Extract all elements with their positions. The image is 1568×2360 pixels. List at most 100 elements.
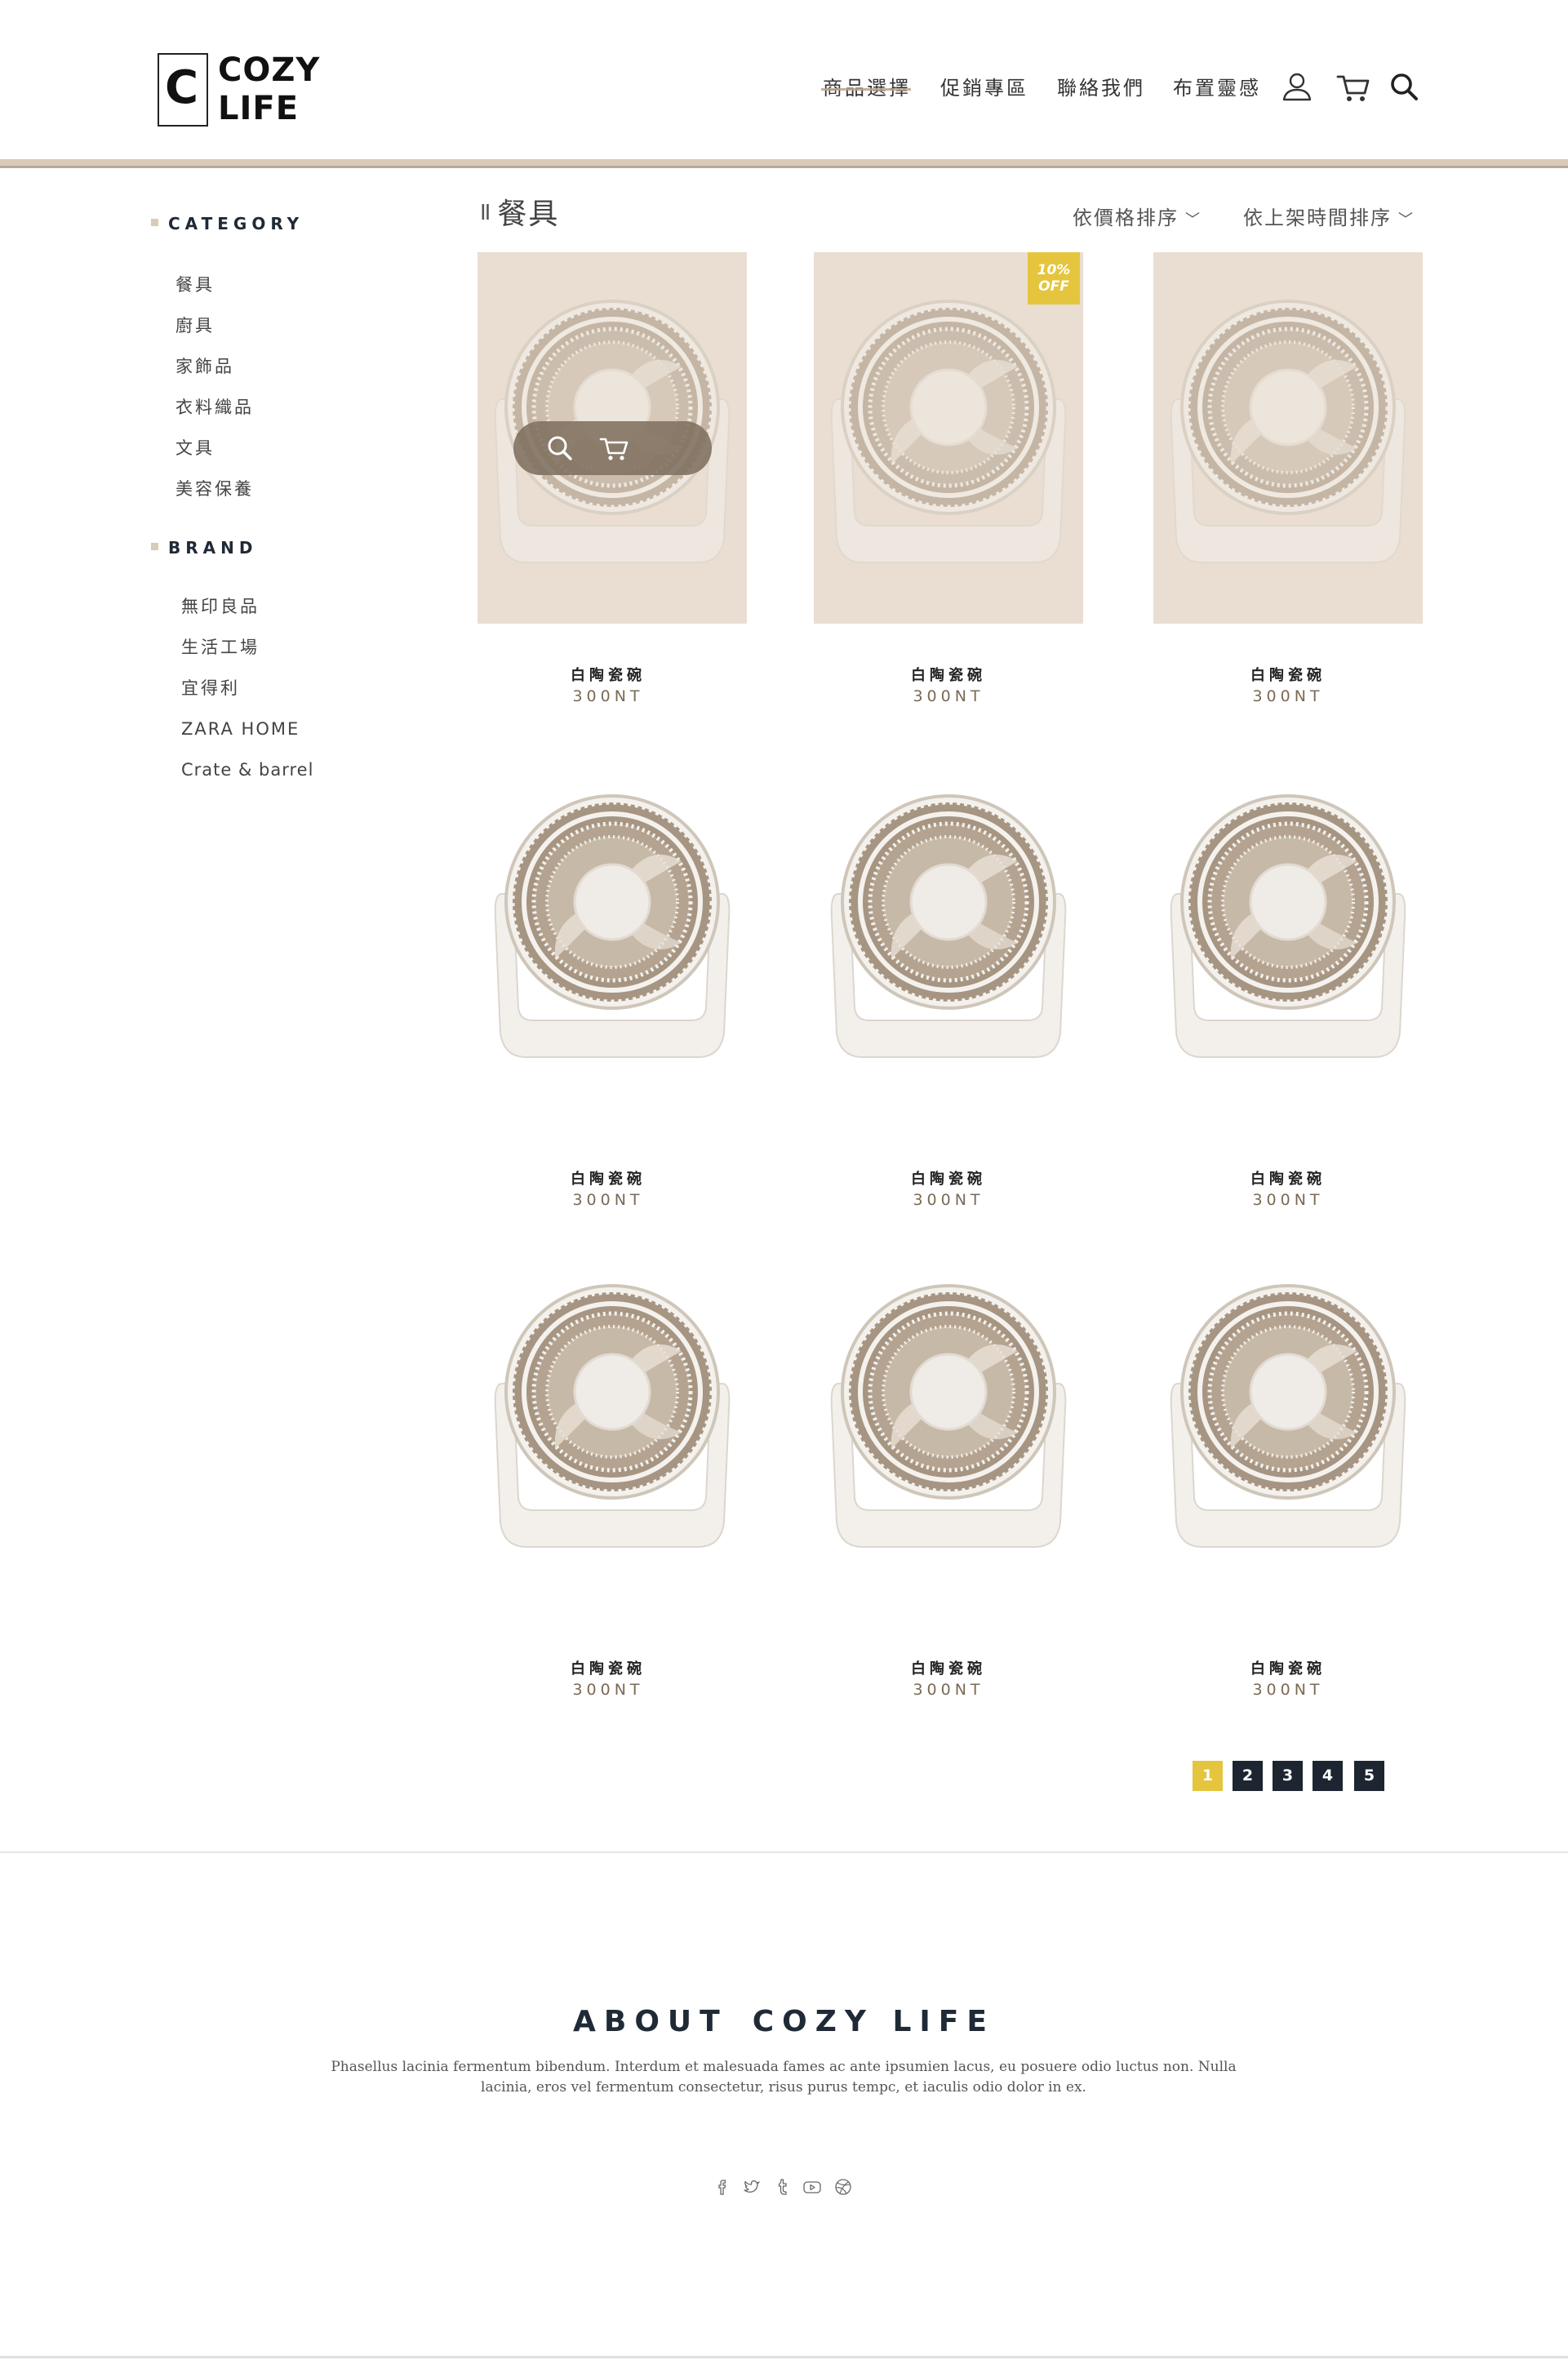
page-button-2[interactable]: 2 [1233,1761,1263,1791]
discount-badge: 10% OFF [1028,252,1080,304]
user-icon[interactable] [1279,69,1315,104]
page-button-1[interactable]: 1 [1193,1761,1223,1791]
nav-item-contact[interactable]: 聯絡我們 [1057,72,1145,104]
product-card[interactable] [1153,252,1423,628]
brand-logo[interactable]: C COZY LIFE [158,52,321,130]
nav-item-products[interactable]: 商品選擇 [821,72,911,104]
category-item[interactable]: 文具 [175,437,215,460]
product-name[interactable]: 白陶瓷碗 [473,1170,743,1189]
fan-image [814,252,1083,624]
add-to-cart-icon[interactable] [599,433,630,464]
product-name[interactable]: 白陶瓷碗 [473,1660,743,1679]
product-card[interactable]: 10% OFF [814,252,1083,628]
product-card[interactable] [814,747,1083,1122]
fan-image [814,1237,1083,1608]
product-quick-actions [513,421,712,475]
pagination: 1 2 3 4 5 [1193,1761,1384,1792]
product-price: 300NT [572,687,644,705]
fan-image [814,747,1083,1118]
cart-icon[interactable] [1335,69,1371,104]
brand-item[interactable]: ZARA HOME [181,718,300,740]
product-name[interactable]: 白陶瓷碗 [814,1170,1083,1189]
page-title: II 餐具 [480,194,559,236]
category-item[interactable]: 餐具 [175,273,215,296]
product-price: 300NT [913,687,984,705]
quick-view-search-icon[interactable] [544,433,575,464]
header-divider [0,159,1568,166]
facebook-icon[interactable] [712,2176,733,2198]
product-name[interactable]: 白陶瓷碗 [1153,1660,1423,1679]
sort-by-price[interactable]: 依價格排序 ﹀ [1073,204,1202,234]
product-card[interactable] [478,1237,747,1612]
page-title-label: 餐具 [497,198,560,231]
bullet-square [151,543,158,550]
logo-line-2: LIFE [218,90,300,127]
product-card[interactable] [478,252,747,628]
category-item[interactable]: 廚具 [175,314,215,337]
product-image[interactable] [814,747,1083,1118]
fan-image [1153,252,1423,624]
tumblr-icon[interactable] [772,2176,793,2198]
page-button-4[interactable]: 4 [1313,1761,1343,1791]
badge-line-2: OFF [1038,278,1069,295]
product-image[interactable] [478,1237,747,1608]
page-button-5[interactable]: 5 [1354,1761,1384,1791]
youtube-icon[interactable] [802,2176,823,2198]
product-image[interactable] [814,252,1083,624]
fan-image [1153,747,1423,1118]
product-card[interactable] [1153,747,1423,1122]
about-text: Phasellus lacinia fermentum bibendum. In… [331,2059,1237,2096]
fan-image [1153,1237,1423,1608]
product-image[interactable] [1153,252,1423,624]
chevron-down-icon: ﹀ [1398,211,1415,229]
sort-by-time-label: 依上架時間排序 [1243,207,1392,229]
fan-image [478,1237,747,1608]
product-price: 300NT [572,1191,644,1209]
badge-line-1: 10% [1037,262,1071,278]
product-card[interactable] [814,1237,1083,1612]
chevron-down-icon: ﹀ [1185,211,1202,229]
product-price: 300NT [572,1681,644,1699]
dribbble-icon[interactable] [833,2176,854,2198]
product-name[interactable]: 白陶瓷碗 [814,666,1083,686]
sort-by-price-label: 依價格排序 [1073,207,1179,229]
brand-item[interactable]: 宜得利 [181,677,240,700]
product-name[interactable]: 白陶瓷碗 [814,1660,1083,1679]
product-card[interactable] [1153,1237,1423,1612]
category-heading: CATEGORY [151,214,304,233]
category-item[interactable]: 家飾品 [175,355,234,378]
page-button-3[interactable]: 3 [1273,1761,1303,1791]
footer-divider [0,1851,1568,1853]
product-image[interactable] [1153,1237,1423,1608]
brand-item[interactable]: 無印良品 [181,595,260,618]
category-heading-label: CATEGORY [168,214,304,233]
product-image[interactable] [1153,747,1423,1118]
search-icon[interactable] [1386,69,1422,104]
about-brand: COZY LIFE [752,2005,995,2038]
product-name[interactable]: 白陶瓷碗 [1153,666,1423,686]
title-prefix: II [480,201,491,225]
product-price: 300NT [913,1191,984,1209]
twitter-icon[interactable] [741,2176,762,2198]
about-title: ABOUT COZY LIFE [0,2002,1568,2042]
brand-item[interactable]: 生活工場 [181,636,260,659]
product-price: 300NT [1252,1681,1324,1699]
product-price: 300NT [913,1681,984,1699]
product-image[interactable] [814,1237,1083,1608]
logo-letter: C [165,61,199,114]
nav-item-inspiration[interactable]: 布置靈感 [1173,72,1261,104]
product-price: 300NT [1252,687,1324,705]
category-item[interactable]: 美容保養 [175,478,254,500]
footer-bottom-rule [0,2356,1568,2358]
product-image[interactable] [478,747,747,1118]
brand-item[interactable]: Crate & barrel [181,758,313,781]
brand-heading: BRAND [151,538,257,558]
bullet-square [151,219,158,226]
category-item[interactable]: 衣料織品 [175,396,254,419]
sort-by-time[interactable]: 依上架時間排序 ﹀ [1243,204,1415,234]
product-card[interactable] [478,747,747,1122]
logo-line-1: COZY [218,51,321,89]
product-name[interactable]: 白陶瓷碗 [1153,1170,1423,1189]
product-name[interactable]: 白陶瓷碗 [473,666,743,686]
nav-item-promotions[interactable]: 促銷專區 [940,72,1028,104]
